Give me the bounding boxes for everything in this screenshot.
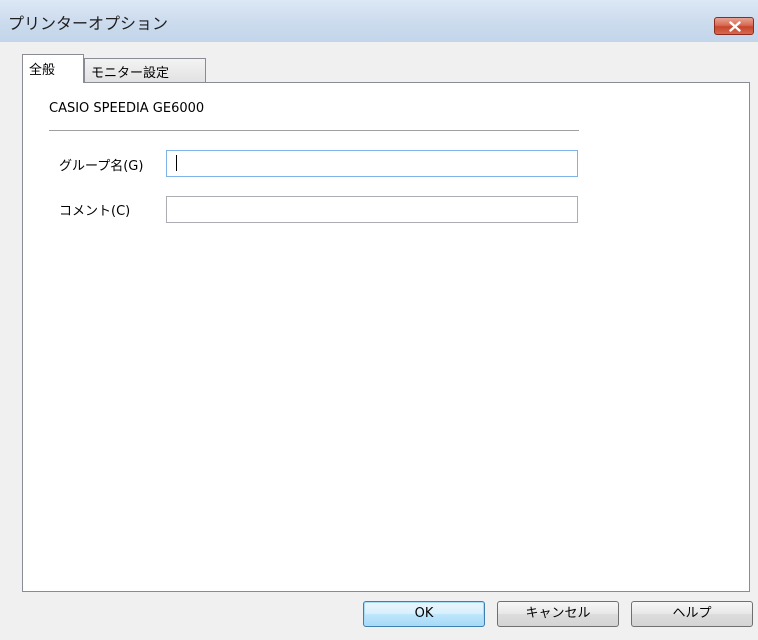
ok-button[interactable]: OK <box>363 601 485 627</box>
comment-label: コメント(C) <box>59 204 131 219</box>
cancel-button[interactable]: キャンセル <box>497 601 619 627</box>
group-name-label: グループ名(G) <box>59 159 144 174</box>
general-tab-panel: CASIO SPEEDIA GE6000 グループ名(G) コメント(C) <box>22 82 750 592</box>
tab-monitor-settings[interactable]: モニター設定 <box>84 58 206 82</box>
help-button[interactable]: ヘルプ <box>631 601 753 627</box>
title-bar[interactable]: プリンターオプション <box>0 0 758 42</box>
comment-input[interactable] <box>166 196 578 223</box>
window-title: プリンターオプション <box>8 14 169 33</box>
close-icon <box>729 21 741 32</box>
close-button[interactable] <box>714 17 754 35</box>
text-caret <box>176 155 177 171</box>
separator <box>49 130 579 131</box>
printer-options-dialog: プリンターオプション 全般 モニター設定 CASIO SPEEDIA GE600… <box>0 0 758 640</box>
tab-general-label: 全般 <box>29 63 56 78</box>
tab-monitor-settings-label: モニター設定 <box>91 66 170 81</box>
group-name-input[interactable] <box>166 150 578 177</box>
tab-general[interactable]: 全般 <box>22 54 84 83</box>
printer-name: CASIO SPEEDIA GE6000 <box>49 101 205 116</box>
